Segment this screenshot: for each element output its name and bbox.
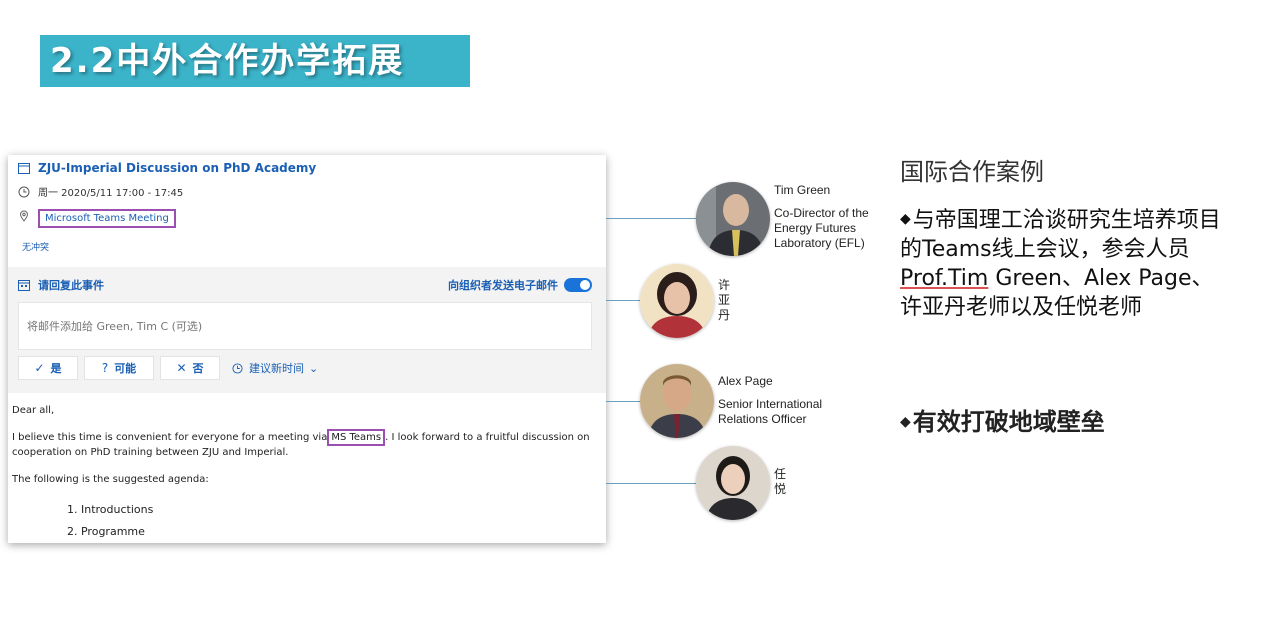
avatar-tim-green [696, 182, 770, 256]
x-icon: ✕ [176, 361, 187, 375]
rsvp-label: 请回复此事件 [38, 279, 104, 292]
connector-line [606, 401, 642, 402]
reply-note-input[interactable] [18, 302, 592, 350]
calendar-icon [18, 163, 30, 174]
case-highlight: ◆有效打破地域壁垒 [900, 408, 1105, 436]
rsvp-section: 请回复此事件 向组织者发送电子邮件 ✓是 ?可能 ✕否 建议新时间 ⌄ [8, 267, 606, 393]
case-heading: 国际合作案例 [900, 158, 1044, 186]
location-pin-icon [19, 210, 29, 222]
person-name: 任悦 [774, 467, 787, 496]
ms-teams-highlight: MS Teams [327, 429, 386, 446]
underlined-name: Prof.Tim [900, 266, 989, 291]
event-title[interactable]: ZJU-Imperial Discussion on PhD Academy [38, 161, 316, 175]
bullet-diamond: ◆ [900, 414, 911, 430]
calendar-reply-icon [18, 280, 30, 291]
person-role: Senior International Relations Officer [718, 397, 823, 426]
connector-line [606, 483, 698, 484]
avatar-alex-page [640, 364, 714, 438]
list-item: 2. Programme [67, 525, 145, 538]
case-description: ◆与帝国理工洽谈研究生培养项目的Teams线上会议，参会人员Prof.Tim G… [900, 208, 1221, 320]
tentative-button[interactable]: ? 可能 [84, 356, 154, 380]
person-name: Tim Green [774, 183, 831, 197]
email-paragraph: I believe this time is convenient for ev… [12, 429, 602, 460]
send-response-label: 向组织者发送电子邮件 [448, 279, 558, 292]
person-name: Alex Page [718, 374, 773, 388]
teams-meeting-link[interactable]: Microsoft Teams Meeting [38, 209, 176, 228]
event-time: 周一 2020/5/11 17:00 - 17:45 [38, 188, 184, 199]
connector-line [606, 218, 698, 219]
email-greeting: Dear all, [12, 405, 55, 416]
agenda-intro: The following is the suggested agenda: [12, 474, 209, 485]
chevron-down-icon: ⌄ [309, 361, 319, 375]
connector-line [606, 300, 642, 301]
check-icon: ✓ [34, 361, 45, 375]
decline-button[interactable]: ✕ 否 [160, 356, 220, 380]
question-icon: ? [101, 361, 109, 375]
list-item: 1. Introductions [67, 503, 154, 516]
agenda-list: 1. Introductions 2. Programme [67, 499, 602, 543]
event-header: ZJU-Imperial Discussion on PhD Academy 周… [8, 155, 606, 267]
send-response-toggle[interactable] [564, 278, 592, 292]
bullet-diamond: ◆ [900, 211, 911, 227]
clock-icon [18, 186, 30, 197]
avatar-ren-yue [696, 446, 770, 520]
avatar-xu-yadan [640, 264, 714, 338]
conflict-status: 无冲突 [22, 243, 50, 253]
accept-button[interactable]: ✓ 是 [18, 356, 78, 380]
slide-title: 2.2中外合作办学拓展 [40, 35, 470, 87]
email-body: Dear all, I believe this time is conveni… [8, 393, 606, 543]
propose-new-time-button[interactable]: 建议新时间 ⌄ [232, 360, 318, 376]
clock-icon [232, 362, 243, 374]
person-role: Co-Director of the Energy Futures Labora… [774, 206, 869, 250]
meeting-invite-panel: ZJU-Imperial Discussion on PhD Academy 周… [8, 155, 606, 543]
person-name: 许亚丹 [718, 278, 731, 322]
